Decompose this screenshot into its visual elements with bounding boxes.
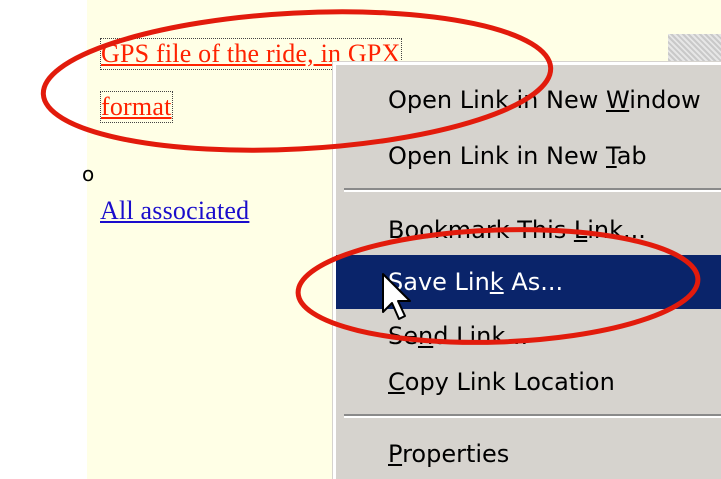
mouse-pointer-icon: [382, 273, 411, 320]
context-menu: Open Link in New Window Open Link in New…: [333, 62, 721, 479]
left-page-text-fragment: o: [82, 162, 95, 186]
menu-item-label: Copy Link Location: [388, 368, 615, 396]
menu-separator: [344, 188, 721, 192]
menu-item-label: Save Link As...: [388, 268, 564, 296]
menu-item-label: Open Link in New Tab: [388, 142, 647, 170]
menu-item-label: Properties: [388, 440, 510, 468]
gps-file-link-line2[interactable]: format: [100, 91, 173, 123]
menu-item-label: Send Link...: [388, 322, 529, 350]
menu-item-label: Open Link in New Window: [388, 86, 701, 114]
menu-item-open-new-tab[interactable]: Open Link in New Tab: [336, 129, 721, 183]
menu-item-copy-link-location[interactable]: Copy Link Location: [336, 355, 721, 409]
menu-item-properties[interactable]: Properties: [336, 427, 721, 479]
menu-item-label: Bookmark This Link...: [388, 216, 646, 244]
menu-item-open-new-window[interactable]: Open Link in New Window: [336, 73, 721, 127]
all-associated-link[interactable]: All associated: [100, 196, 249, 226]
menu-item-bookmark-link[interactable]: Bookmark This Link...: [336, 203, 721, 257]
menu-separator: [344, 414, 721, 418]
